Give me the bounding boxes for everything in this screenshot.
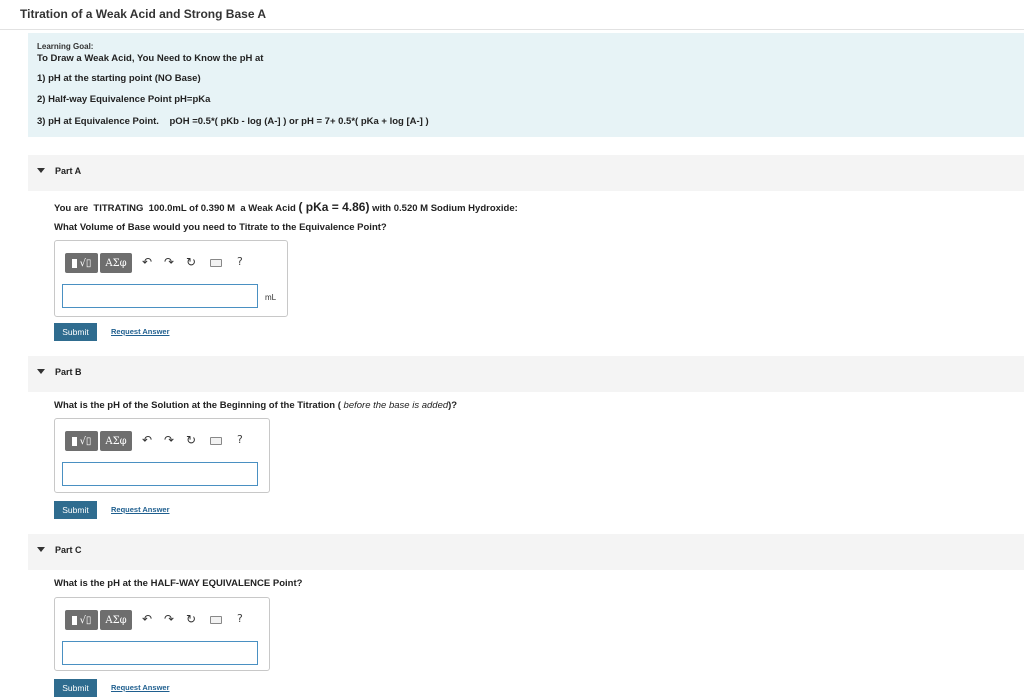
page-title: Titration of a Weak Acid and Strong Base… — [20, 7, 267, 21]
question-text: What is the pH of the Solution at the Be… — [54, 400, 341, 411]
templates-button[interactable]: √▯ — [65, 610, 98, 630]
undo-icon[interactable]: ↶ — [142, 612, 152, 626]
part-c-answer-box: √▯ ΑΣφ ↶ ↷ ↻ ? — [54, 597, 270, 671]
part-a-answer-input[interactable] — [62, 284, 258, 308]
part-c-submit-button[interactable]: Submit — [54, 679, 97, 697]
keyboard-icon[interactable] — [210, 437, 222, 445]
help-icon[interactable]: ? — [237, 255, 243, 268]
part-c-answer-input[interactable] — [62, 641, 258, 665]
redo-icon[interactable]: ↷ — [164, 612, 174, 626]
greek-symbols-button[interactable]: ΑΣφ — [100, 431, 132, 451]
question-italic: before the base is added — [340, 400, 449, 411]
part-a-answer-box: √▯ ΑΣφ ↶ ↷ ↻ ? mL — [54, 240, 288, 317]
part-b-submit-button[interactable]: Submit — [54, 501, 97, 519]
title-divider — [0, 29, 1024, 30]
help-icon[interactable]: ? — [237, 433, 243, 446]
part-b-answer-input[interactable] — [62, 462, 258, 486]
redo-icon[interactable]: ↷ — [164, 255, 174, 269]
collapse-caret-icon[interactable] — [37, 168, 45, 173]
part-b-header[interactable]: Part B — [28, 356, 1024, 392]
collapse-caret-icon[interactable] — [37, 547, 45, 552]
templates-button[interactable]: √▯ — [65, 253, 98, 273]
keyboard-icon[interactable] — [210, 259, 222, 267]
part-b-question: What is the pH of the Solution at the Be… — [54, 400, 457, 411]
question-text: You are TITRATING 100.0mL of 0.390 M a W… — [54, 203, 296, 214]
reset-icon[interactable]: ↻ — [186, 255, 196, 269]
part-a-request-answer-link[interactable]: Request Answer — [111, 327, 170, 336]
help-icon[interactable]: ? — [237, 612, 243, 625]
keyboard-icon[interactable] — [210, 616, 222, 624]
learning-goal-label: Learning Goal: — [37, 42, 94, 51]
learning-goal-line: To Draw a Weak Acid, You Need to Know th… — [37, 53, 264, 64]
learning-goal-line: 1) pH at the starting point (NO Base) — [37, 73, 201, 84]
part-b-request-answer-link[interactable]: Request Answer — [111, 505, 170, 514]
part-b-label: Part B — [55, 367, 82, 377]
part-c-label: Part C — [55, 545, 82, 555]
part-c-header[interactable]: Part C — [28, 534, 1024, 570]
undo-icon[interactable]: ↶ — [142, 433, 152, 447]
part-a-submit-button[interactable]: Submit — [54, 323, 97, 341]
reset-icon[interactable]: ↻ — [186, 433, 196, 447]
pka-value: ( pKa = 4.86) — [298, 200, 370, 214]
part-c-question: What is the pH at the HALF-WAY EQUIVALEN… — [54, 578, 303, 589]
part-a-question-2: What Volume of Base would you need to Ti… — [54, 222, 387, 233]
learning-goal-panel: Learning Goal: To Draw a Weak Acid, You … — [28, 33, 1024, 137]
redo-icon[interactable]: ↷ — [164, 433, 174, 447]
part-b-answer-box: √▯ ΑΣφ ↶ ↷ ↻ ? — [54, 418, 270, 493]
greek-symbols-button[interactable]: ΑΣφ — [100, 253, 132, 273]
part-a-header[interactable]: Part A — [28, 155, 1024, 191]
reset-icon[interactable]: ↻ — [186, 612, 196, 626]
collapse-caret-icon[interactable] — [37, 369, 45, 374]
learning-goal-line: 3) pH at Equivalence Point. pOH =0.5*( p… — [37, 116, 429, 127]
unit-label: mL — [265, 293, 277, 302]
part-c-request-answer-link[interactable]: Request Answer — [111, 683, 170, 692]
part-a-label: Part A — [55, 166, 82, 176]
question-text: with 0.520 M Sodium Hydroxide: — [372, 203, 518, 214]
part-a-question: You are TITRATING 100.0mL of 0.390 M a W… — [54, 200, 518, 214]
greek-symbols-button[interactable]: ΑΣφ — [100, 610, 132, 630]
templates-button[interactable]: √▯ — [65, 431, 98, 451]
undo-icon[interactable]: ↶ — [142, 255, 152, 269]
learning-goal-line: 2) Half-way Equivalence Point pH=pKa — [37, 94, 211, 105]
question-end: )? — [448, 400, 458, 411]
